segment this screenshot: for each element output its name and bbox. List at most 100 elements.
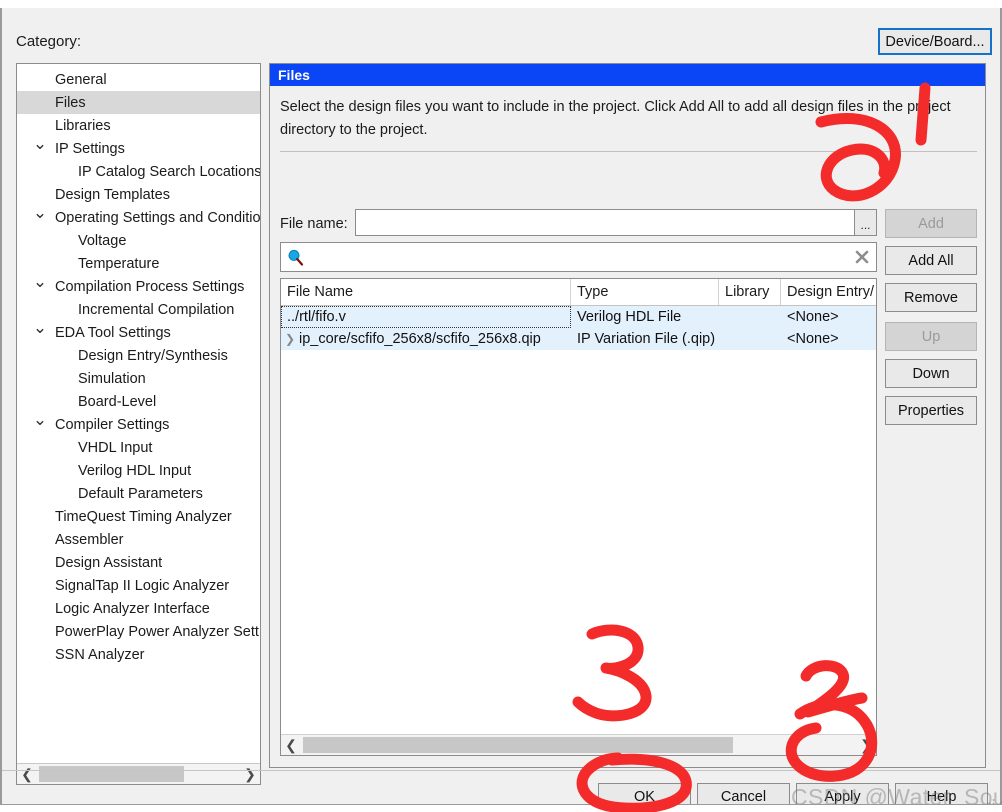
file-name-input[interactable] [355,209,867,236]
sidebar-item-signaltap-ii-logic-analyzer[interactable]: SignalTap II Logic Analyzer [17,574,260,597]
sidebar-item-default-parameters[interactable]: Default Parameters [17,482,260,505]
sidebar-item-label: SSN Analyzer [55,646,145,663]
sidebar-item-label: IP Catalog Search Locations [78,163,261,180]
table-cell-type: Verilog HDL File [577,309,682,325]
sidebar-item-assembler[interactable]: Assembler [17,528,260,551]
sidebar-item-eda-tool-settings[interactable]: ⌄ EDA Tool Settings [17,319,260,344]
sidebar-item-label: Design Entry/Synthesis [78,347,228,364]
chevron-down-icon[interactable]: ⌄ [33,135,47,152]
table-row[interactable]: ../rtl/fifo.v Verilog HDL File <None> [281,306,876,328]
chevron-down-icon[interactable]: ⌄ [33,273,47,290]
sidebar-item-simulation[interactable]: Simulation [17,367,260,390]
sidebar-item-label: Libraries [55,117,111,134]
sidebar-item-label: Assembler [55,531,124,548]
down-button[interactable]: Down [885,359,977,388]
search-input[interactable] [309,243,853,273]
table-cell-library [719,306,781,328]
sidebar-item-label: PowerPlay Power Analyzer Sett [55,623,259,640]
sidebar-item-design-assistant[interactable]: Design Assistant [17,551,260,574]
scroll-track[interactable] [301,735,856,755]
sidebar-item-compiler-settings[interactable]: ⌄ Compiler Settings [17,411,260,436]
sidebar-item-label: Compilation Process Settings [55,278,245,295]
panel-divider [280,151,977,152]
sidebar-item-label: General [55,71,107,88]
table-cell-library [719,328,781,350]
sidebar-item-label: Files [55,94,86,111]
remove-button[interactable]: Remove [885,283,977,312]
properties-button[interactable]: Properties [885,396,977,425]
sidebar-item-incremental-compilation[interactable]: Incremental Compilation [17,298,260,321]
file-search-box[interactable] [280,242,877,273]
sidebar-item-label: Temperature [78,255,160,272]
dialog-body: Category: Device/Board... General Files Li… [0,8,1002,810]
table-cell-design-entry: <None> [787,331,839,347]
table-header-row: File Name Type Library Design Entry/ [281,279,876,306]
sidebar-item-vhdl-input[interactable]: VHDL Input [17,436,260,459]
dialog-bottom-edge [0,804,1002,812]
files-panel: Files Select the design files you want t… [269,63,986,768]
sidebar-item-design-templates[interactable]: Design Templates [17,183,260,206]
table-cell-file-name: ip_core/scfifo_256x8/scfifo_256x8.qip [299,331,541,347]
sidebar-item-design-entry-synthesis[interactable]: Design Entry/Synthesis [17,344,260,367]
device-board-button[interactable]: Device/Board... [878,28,992,55]
sidebar-item-label: TimeQuest Timing Analyzer [55,508,232,525]
sidebar-item-compilation-process-settings[interactable]: ⌄ Compilation Process Settings [17,273,260,298]
category-tree[interactable]: General Files Libraries ⌄ IP Settings IP Cata… [16,63,261,785]
table-column-header[interactable]: Type [571,279,719,305]
scroll-thumb[interactable] [303,737,733,753]
search-icon [287,249,305,267]
sidebar-item-label: VHDL Input [78,439,153,456]
table-body: ../rtl/fifo.v Verilog HDL File <None> ❯ ip_c… [281,306,876,350]
table-cell-file-name: ../rtl/fifo.v [281,306,571,328]
sidebar-item-label: Simulation [78,370,146,387]
category-tree-list: General Files Libraries ⌄ IP Settings IP Cata… [17,68,260,666]
table-column-header[interactable]: Library [719,279,781,305]
sidebar-item-files[interactable]: Files [17,91,260,114]
files-table[interactable]: File Name Type Library Design Entry/ ../rtl… [280,278,877,756]
sidebar-item-ssn-analyzer[interactable]: SSN Analyzer [17,643,260,666]
sidebar-item-general[interactable]: General [17,68,260,91]
table-column-header[interactable]: Design Entry/ [781,279,876,305]
sidebar-item-logic-analyzer-interface[interactable]: Logic Analyzer Interface [17,597,260,620]
sidebar-item-board-level[interactable]: Board-Level [17,390,260,413]
sidebar-item-powerplay-power-analyzer-sett[interactable]: PowerPlay Power Analyzer Sett [17,620,260,643]
sidebar-item-label: SignalTap II Logic Analyzer [55,577,230,594]
add-button: Add [885,209,977,238]
table-cell-design-entry: <None> [787,309,839,325]
sidebar-item-operating-settings-and-conditio[interactable]: ⌄ Operating Settings and Conditio [17,204,261,229]
files-table-hscrollbar[interactable]: ❮ ❯ [281,734,876,755]
sidebar-item-label: Verilog HDL Input [78,462,192,479]
scroll-left-icon[interactable]: ❮ [281,735,301,755]
clear-search-icon[interactable] [854,249,870,265]
sidebar-item-label: Default Parameters [78,485,203,502]
table-column-header[interactable]: File Name [281,279,571,305]
sidebar-item-ip-settings[interactable]: ⌄ IP Settings [17,135,260,160]
chevron-down-icon[interactable]: ⌄ [33,411,47,428]
sidebar-item-label: Operating Settings and Conditio [55,209,261,226]
sidebar-item-timequest-timing-analyzer[interactable]: TimeQuest Timing Analyzer [17,505,260,528]
sidebar-item-ip-catalog-search-locations[interactable]: IP Catalog Search Locations [17,160,260,183]
file-name-label: File name: [280,216,348,232]
sidebar-item-label: Logic Analyzer Interface [55,600,210,617]
table-cell-type: IP Variation File (.qip) [577,331,716,347]
sidebar-item-label: Incremental Compilation [78,301,235,318]
sidebar-item-libraries[interactable]: Libraries [17,114,260,137]
dialog-top-edge [0,0,1002,8]
sidebar-item-verilog-hdl-input[interactable]: Verilog HDL Input [17,459,260,482]
sidebar-item-label: Voltage [78,232,127,249]
panel-description: Select the design files you want to incl… [280,99,951,138]
chevron-right-icon[interactable]: ❯ [285,333,295,345]
panel-title: Files [270,64,985,86]
browse-button[interactable]: ... [854,209,877,236]
scroll-right-icon[interactable]: ❯ [856,735,876,755]
chevron-down-icon[interactable]: ⌄ [33,319,47,336]
sidebar-item-label: Board-Level [78,393,157,410]
sidebar-item-temperature[interactable]: Temperature [17,252,260,275]
table-row[interactable]: ❯ ip_core/scfifo_256x8/scfifo_256x8.qip IP… [281,328,876,350]
add-all-button[interactable]: Add All [885,246,977,275]
chevron-down-icon[interactable]: ⌄ [33,204,47,221]
sidebar-item-voltage[interactable]: Voltage [17,229,260,252]
settings-dialog: Category: Device/Board... General Files Li… [0,0,1002,812]
up-button: Up [885,322,977,351]
sidebar-item-label: Design Assistant [55,554,163,571]
